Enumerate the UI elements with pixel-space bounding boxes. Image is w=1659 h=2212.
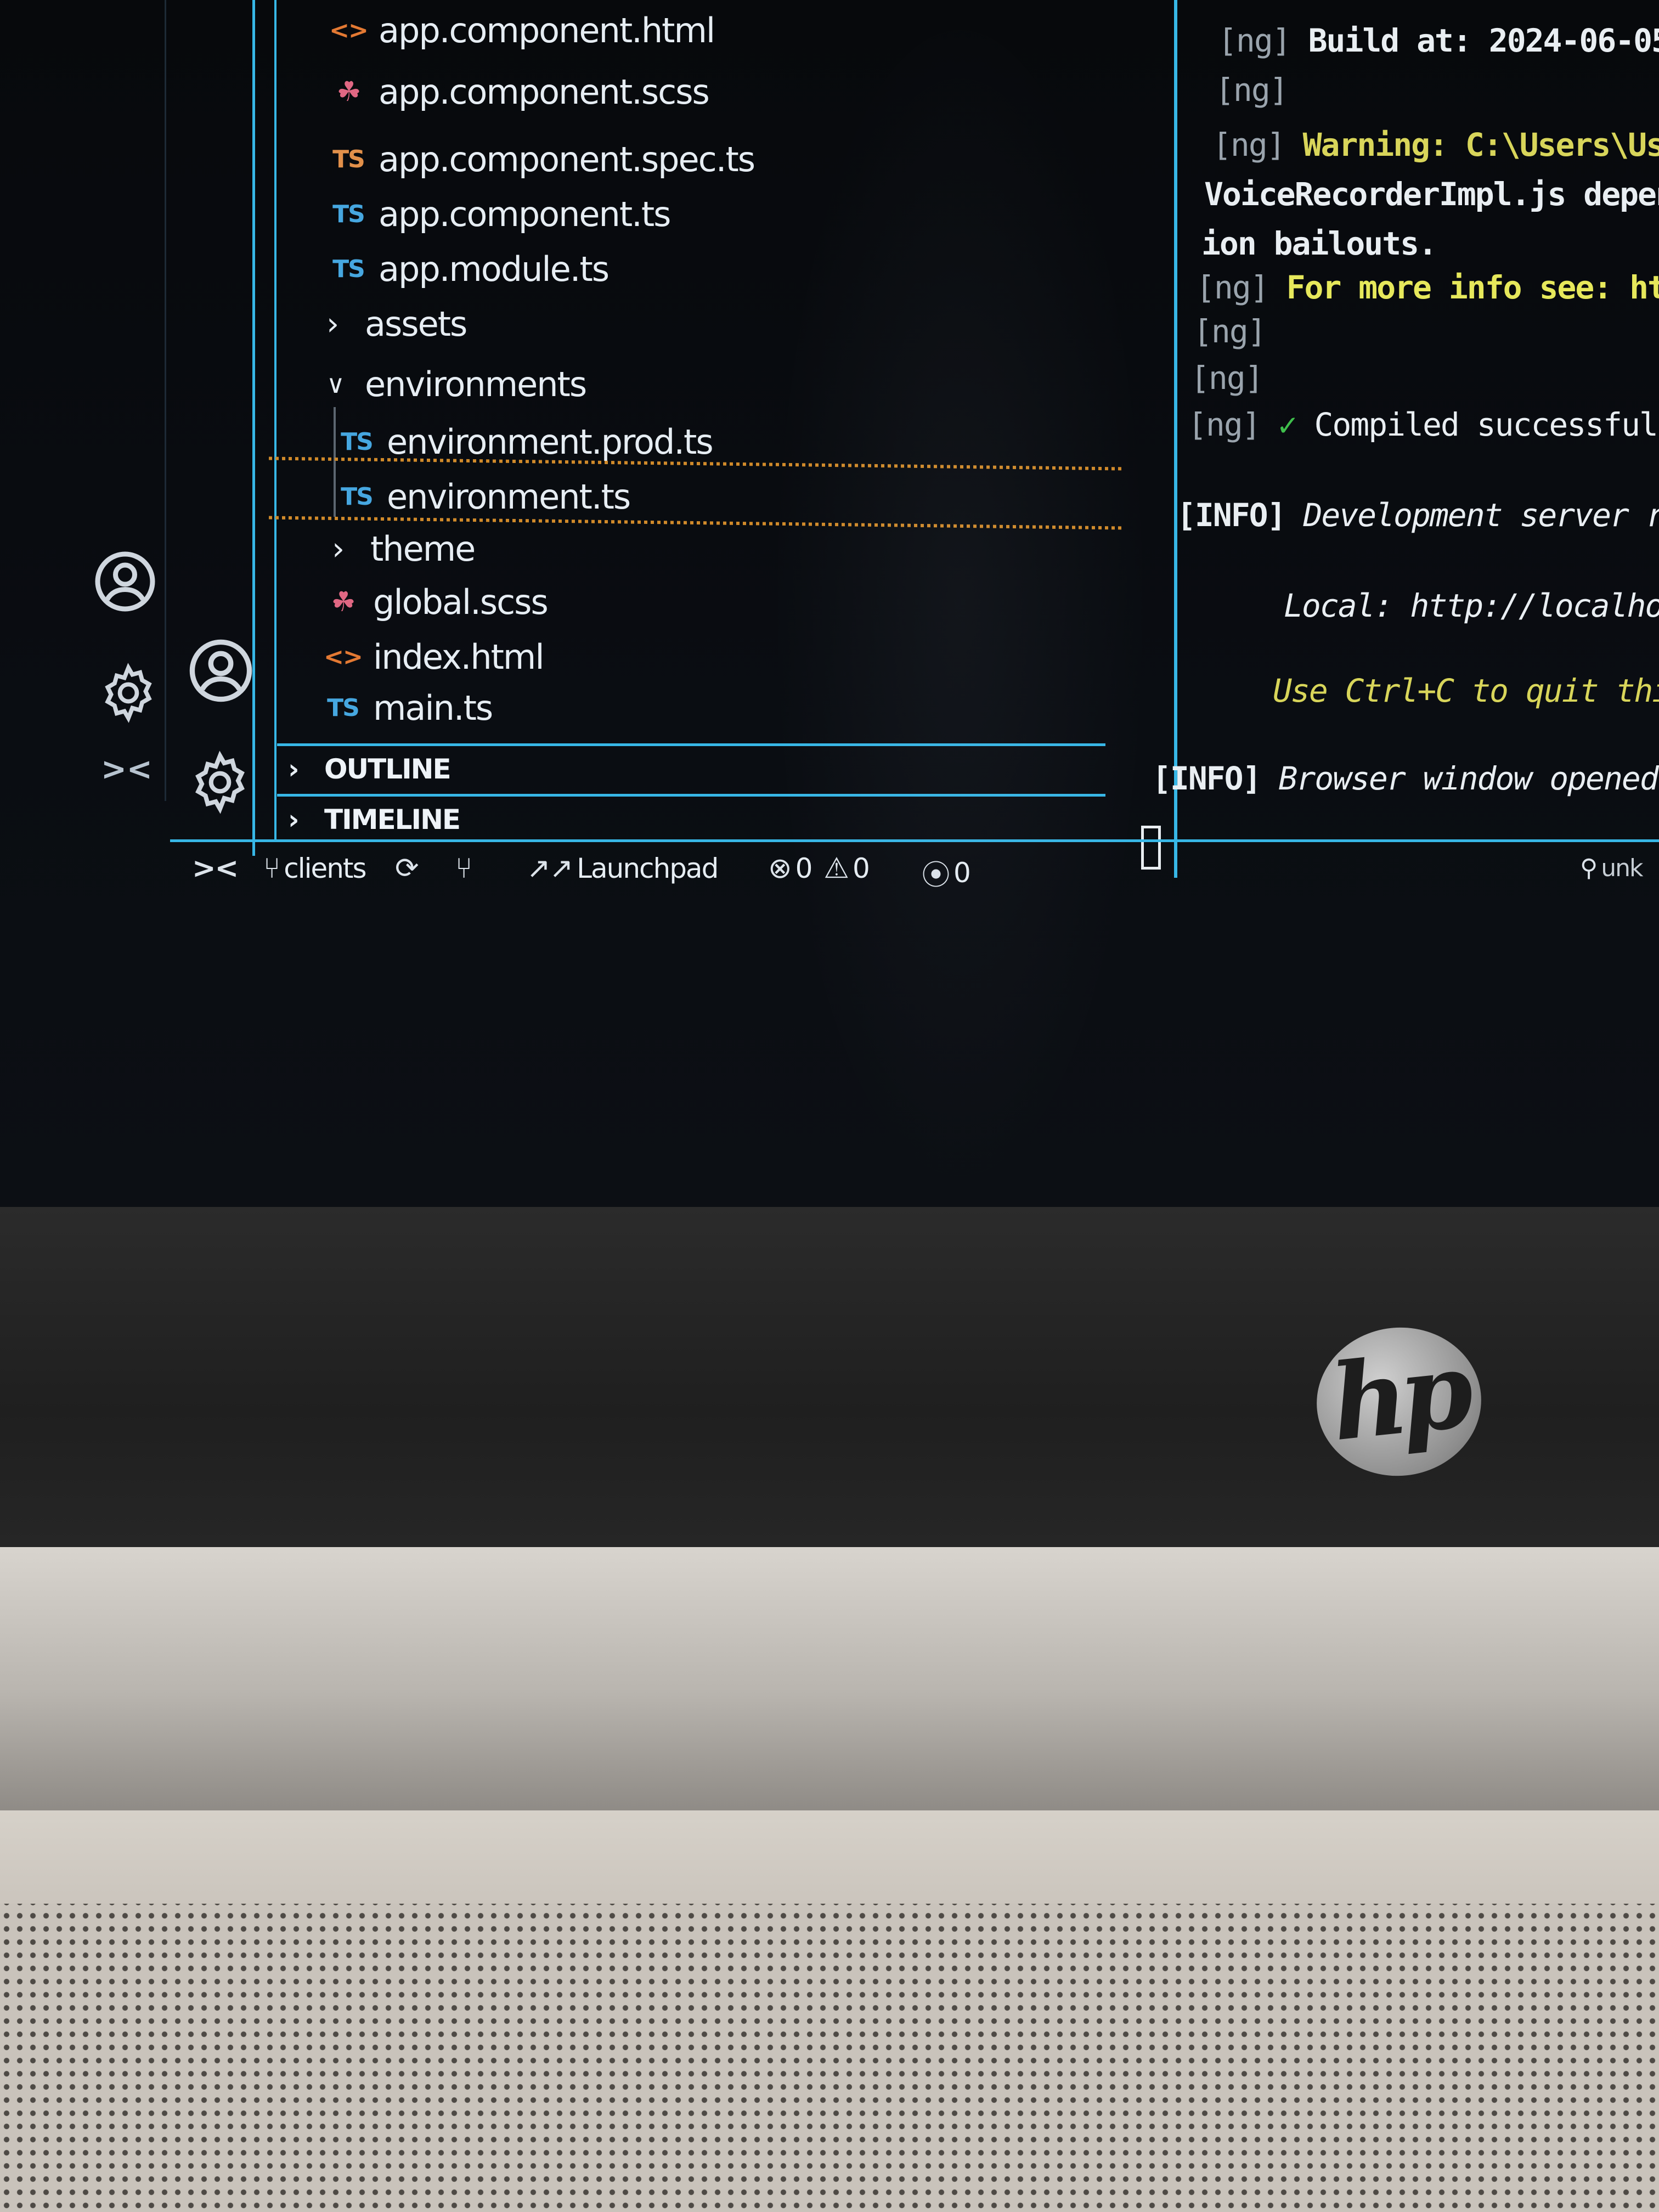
scss-file-icon: ☘ [331,586,356,618]
folder-label: theme [370,528,476,569]
terminal-line: [INFO] Browser window opened to [1152,760,1659,797]
status-right-item[interactable]: ⚲ unk [1580,854,1644,882]
sync-button[interactable]: ⟳ [395,852,422,885]
speaker-grille [0,1810,1659,2212]
pin-icon: ⚲ [1580,854,1598,882]
terminal-line: Local: http://localhost: [1284,587,1659,624]
rocket-icon: ↗↗ [527,852,573,885]
file-label: app.component.ts [379,194,671,234]
account-icon[interactable] [92,549,158,614]
git-branch-icon: ⑂ [263,852,280,885]
ts-file-icon: TS [341,482,374,511]
pull-request-button[interactable]: ⑂ [455,852,476,885]
terminal-line: VoiceRecorderImpl.js depen [1204,176,1659,213]
outline-section[interactable]: › OUTLINE [277,743,1105,792]
check-icon: ✓ [1278,406,1297,443]
tree-folder-assets[interactable]: › assets [326,299,467,348]
ports-button[interactable]: ⦿ 0 [922,852,971,893]
folder-label: assets [365,303,467,344]
tree-file[interactable]: ☘ global.scss [324,577,549,627]
file-label: index.html [373,636,545,677]
terminal-line: [ng] For more info see: htt [1196,269,1659,306]
tree-file[interactable]: <> app.component.html [329,5,715,55]
scss-file-icon: ☘ [336,76,362,108]
terminal-line: [ng] Build at: 2024-06-05 [1218,22,1659,59]
html-file-icon: <> [324,642,363,671]
status-right-text: unk [1601,854,1643,882]
section-label: OUTLINE [324,753,452,785]
file-label: environment.ts [387,476,631,517]
ports-count: 0 [953,856,971,889]
timeline-section[interactable]: › TIMELINE [277,794,1105,843]
file-label: environment.prod.ts [387,421,714,462]
screen: >< <> app.component.html ☘ app.component… [0,0,1659,1207]
settings-gear-icon[interactable] [187,749,253,816]
terminal-line: ion bailouts. [1201,225,1437,262]
ts-file-icon: TS [327,693,360,722]
tree-file[interactable]: TS app.component.spec.ts [329,134,755,184]
file-label: global.scss [373,582,549,622]
chevron-right-icon: › [288,753,300,785]
chevron-right-icon: › [288,804,300,836]
branch-name: clients [284,853,366,884]
html-file-icon: <> [329,16,369,44]
laptop-hinge [0,1547,1659,1810]
status-bar: >< ⑂ clients ⟳ ⑂ ↗↗ Launchpad ⊗ 0 ⚠ 0 ⦿ … [170,839,1659,893]
file-label: main.ts [373,687,493,728]
file-label: app.module.ts [379,249,610,289]
remote-indicator-icon[interactable]: >< [101,752,153,787]
tree-folder-theme[interactable]: › theme [332,524,476,573]
terminal-line: [ng] ✓ Compiled successfully. [1188,406,1659,443]
problems-button[interactable]: ⊗ 0 ⚠ 0 [768,852,870,885]
folder-label: environments [365,364,587,404]
warning-icon: ⚠ [823,852,849,885]
ts-file-icon: TS [332,200,365,228]
tree-file[interactable]: TS app.component.ts [329,189,671,239]
section-label: TIMELINE [324,804,461,836]
terminal-line: Use Ctrl+C to quit this [1273,672,1659,709]
error-count: 0 [795,853,813,884]
tree-file[interactable]: ☘ app.component.scss [329,67,710,116]
terminal-line: [ng] [1193,313,1267,350]
tree-folder-environments[interactable]: ∨ environments [326,359,587,409]
branch-button[interactable]: ⑂ clients [263,852,367,885]
file-label: app.component.html [379,10,715,50]
ts-file-icon: TS [332,255,365,283]
chevron-down-icon: ∨ [326,369,345,399]
launchpad-label: Launchpad [577,853,719,884]
settings-gear-icon[interactable] [97,661,160,725]
terminal-line: [INFO] Development server runn [1177,496,1659,534]
pull-request-icon: ⑂ [455,852,472,885]
sync-icon: ⟳ [395,852,419,885]
chevron-right-icon: › [332,530,345,567]
terminal-line: [ng] [1215,71,1289,109]
tree-file[interactable]: TS main.ts [324,683,493,732]
remote-icon: >< [192,852,239,885]
ts-file-icon: TS [341,427,374,456]
tree-file[interactable]: <> index.html [324,632,544,681]
file-label: app.component.spec.ts [379,139,755,179]
account-icon[interactable] [187,636,255,705]
broadcast-icon: ⦿ [922,859,950,892]
launchpad-button[interactable]: ↗↗ Launchpad [527,852,719,885]
activity-bar-outer: >< [77,0,166,801]
error-icon: ⊗ [768,852,792,885]
warning-count: 0 [853,853,870,884]
remote-button[interactable]: >< [192,852,242,885]
tree-file[interactable]: TS environment.ts [337,472,631,521]
tree-file[interactable]: TS app.module.ts [329,244,610,294]
file-label: app.component.scss [379,71,710,112]
terminal-line: [ng] Warning: C:\Users\Use [1212,126,1659,163]
terminal-line: [ng] [1190,359,1264,397]
chevron-right-icon: › [326,305,339,342]
ts-test-file-icon: TS [332,145,365,173]
indent-guide [334,407,336,517]
